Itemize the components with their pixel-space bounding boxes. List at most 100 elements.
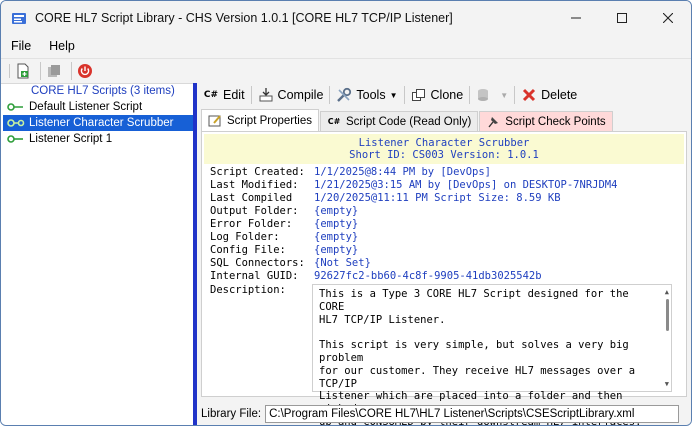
tab-label: Script Properties	[227, 114, 313, 127]
script-properties-view: Listener Character Scrubber Short ID: CS…	[201, 131, 687, 425]
prop-key: Error Folder:	[210, 218, 293, 230]
close-button[interactable]	[645, 1, 691, 35]
script-node-icon	[7, 135, 23, 143]
scroll-down-icon[interactable]: ▼	[665, 380, 669, 388]
tree-item-listener-script-1[interactable]: Listener Script 1	[3, 131, 197, 147]
menu-help[interactable]: Help	[41, 39, 83, 53]
action-toolbar: C# Edit Compile Tools ▼ Clone ▼ Delete	[197, 83, 691, 107]
script-name: Listener Character Scrubber	[358, 137, 530, 149]
prop-value: 1/21/2025@3:15 AM by [DevOps] on DESKTOP…	[314, 179, 618, 191]
tree-item-label: Listener Character Scrubber	[29, 117, 174, 129]
tab-script-code[interactable]: C# Script Code (Read Only)	[320, 111, 479, 131]
compile-label: Compile	[277, 88, 324, 102]
compile-icon	[258, 87, 274, 103]
copy-disabled-icon[interactable]	[45, 62, 63, 80]
prop-key: Log Folder:	[210, 231, 280, 243]
chevron-down-icon: ▼	[389, 90, 398, 100]
library-file-label: Library File:	[201, 408, 262, 420]
prop-value: {empty}	[314, 205, 359, 217]
prop-value: {empty}	[314, 231, 359, 243]
script-node-icon	[7, 103, 23, 111]
minimize-button[interactable]	[553, 1, 599, 35]
power-icon[interactable]	[76, 62, 94, 80]
delete-icon	[521, 87, 537, 103]
main-toolbar	[1, 58, 691, 82]
database-icon	[476, 87, 492, 103]
prop-value: 1/20/2025@11:11 PM Script Size: 8.59 KB	[314, 192, 561, 204]
database-dropdown[interactable]: ▼	[476, 87, 508, 103]
prop-sql-connectors: SQL Connectors: {Not Set}	[210, 257, 371, 270]
prop-value: {empty}	[314, 244, 359, 256]
tab-strip: Script Properties C# Script Code (Read O…	[201, 109, 689, 131]
chevron-down-icon: ▼	[500, 90, 509, 100]
properties-icon	[208, 114, 222, 128]
checkpoint-pin-icon	[486, 115, 500, 129]
app-window: CORE HL7 Script Library - CHS Version 1.…	[0, 0, 692, 426]
window-title: CORE HL7 Script Library - CHS Version 1.…	[35, 11, 453, 25]
toolbar-separator	[329, 86, 331, 104]
csharp-icon: C#	[327, 117, 341, 126]
scroll-up-icon[interactable]: ▲	[665, 288, 669, 296]
menu-file[interactable]: File	[3, 39, 39, 53]
tab-script-check-points[interactable]: Script Check Points	[479, 111, 613, 131]
prop-key: Last Compiled	[210, 192, 293, 204]
toolbar-grip	[9, 63, 10, 78]
title-bar: CORE HL7 Script Library - CHS Version 1.…	[1, 1, 691, 35]
prop-config-file: Config File: {empty}	[210, 244, 358, 257]
details-panel: C# Edit Compile Tools ▼ Clone ▼ Delete S…	[197, 83, 691, 425]
tab-script-properties[interactable]: Script Properties	[201, 109, 320, 131]
script-short-id: Short ID: CS003 Version: 1.0.1	[349, 149, 539, 161]
toolbar-separator	[250, 86, 252, 104]
clone-label: Clone	[430, 88, 464, 102]
maximize-button[interactable]	[599, 1, 645, 35]
prop-key: Config File:	[210, 244, 286, 256]
delete-button[interactable]: Delete	[521, 87, 577, 103]
library-file-field[interactable]: C:\Program Files\CORE HL7\HL7 Listener\S…	[265, 405, 680, 423]
tree-item-listener-character-scrubber[interactable]: Listener Character Scrubber	[3, 115, 197, 131]
prop-key: SQL Connectors:	[210, 257, 305, 269]
tree-header: CORE HL7 Scripts (3 items)	[31, 85, 175, 97]
new-script-icon[interactable]	[14, 62, 32, 80]
prop-value: 92627fc2-bb60-4c8f-9905-41db3025542b	[314, 270, 542, 282]
clone-button[interactable]: Clone	[411, 87, 464, 103]
prop-key: Output Folder:	[210, 205, 299, 217]
toolbar-separator	[514, 86, 516, 104]
prop-last-compiled: Last Compiled 1/20/2025@11:11 PM Script S…	[210, 192, 561, 205]
description-scrollbar[interactable]	[666, 299, 669, 331]
prop-value: {Not Set}	[314, 257, 371, 269]
prop-script-created: Script Created: 1/1/2025@8:44 PM by [DevO…	[210, 166, 491, 179]
tools-label: Tools	[356, 88, 386, 102]
delete-label: Delete	[541, 88, 578, 102]
prop-key: Description:	[210, 284, 286, 296]
clone-icon	[411, 87, 427, 103]
app-logo-icon	[11, 10, 27, 26]
tab-label: Script Code (Read Only)	[346, 115, 472, 128]
menu-bar: File Help	[1, 35, 691, 57]
tools-icon	[336, 87, 352, 103]
close-icon	[663, 13, 673, 23]
toolbar-separator	[40, 61, 41, 80]
prop-internal-guid: Internal GUID: 92627fc2-bb60-4c8f-9905-41…	[210, 270, 542, 283]
edit-label: Edit	[223, 88, 245, 102]
prop-description: Description:	[210, 284, 314, 297]
prop-key: Internal GUID:	[210, 270, 299, 282]
maximize-icon	[617, 13, 627, 23]
description-textbox[interactable]: This is a Type 3 CORE HL7 Script designe…	[312, 284, 672, 425]
edit-button[interactable]: C# Edit	[203, 87, 245, 103]
toolbar-separator	[403, 86, 405, 104]
tree-item-default-listener-script[interactable]: Default Listener Script	[3, 99, 197, 115]
prop-log-folder: Log Folder: {empty}	[210, 231, 358, 244]
csharp-icon: C#	[203, 90, 219, 100]
script-banner: Listener Character Scrubber Short ID: CS…	[204, 134, 684, 164]
window-controls	[553, 1, 691, 35]
prop-value: 1/1/2025@8:44 PM by [DevOps]	[314, 166, 492, 178]
tab-label: Script Check Points	[505, 115, 606, 128]
toolbar-separator	[71, 61, 72, 80]
minimize-icon	[571, 17, 581, 19]
toolbar-separator	[469, 86, 471, 104]
compile-button[interactable]: Compile	[258, 87, 324, 103]
tree-item-label: Listener Script 1	[29, 133, 113, 145]
prop-value: {empty}	[314, 218, 359, 230]
tools-dropdown[interactable]: Tools ▼	[336, 87, 398, 103]
script-tree: CORE HL7 Scripts (3 items) Default Liste…	[1, 83, 197, 425]
